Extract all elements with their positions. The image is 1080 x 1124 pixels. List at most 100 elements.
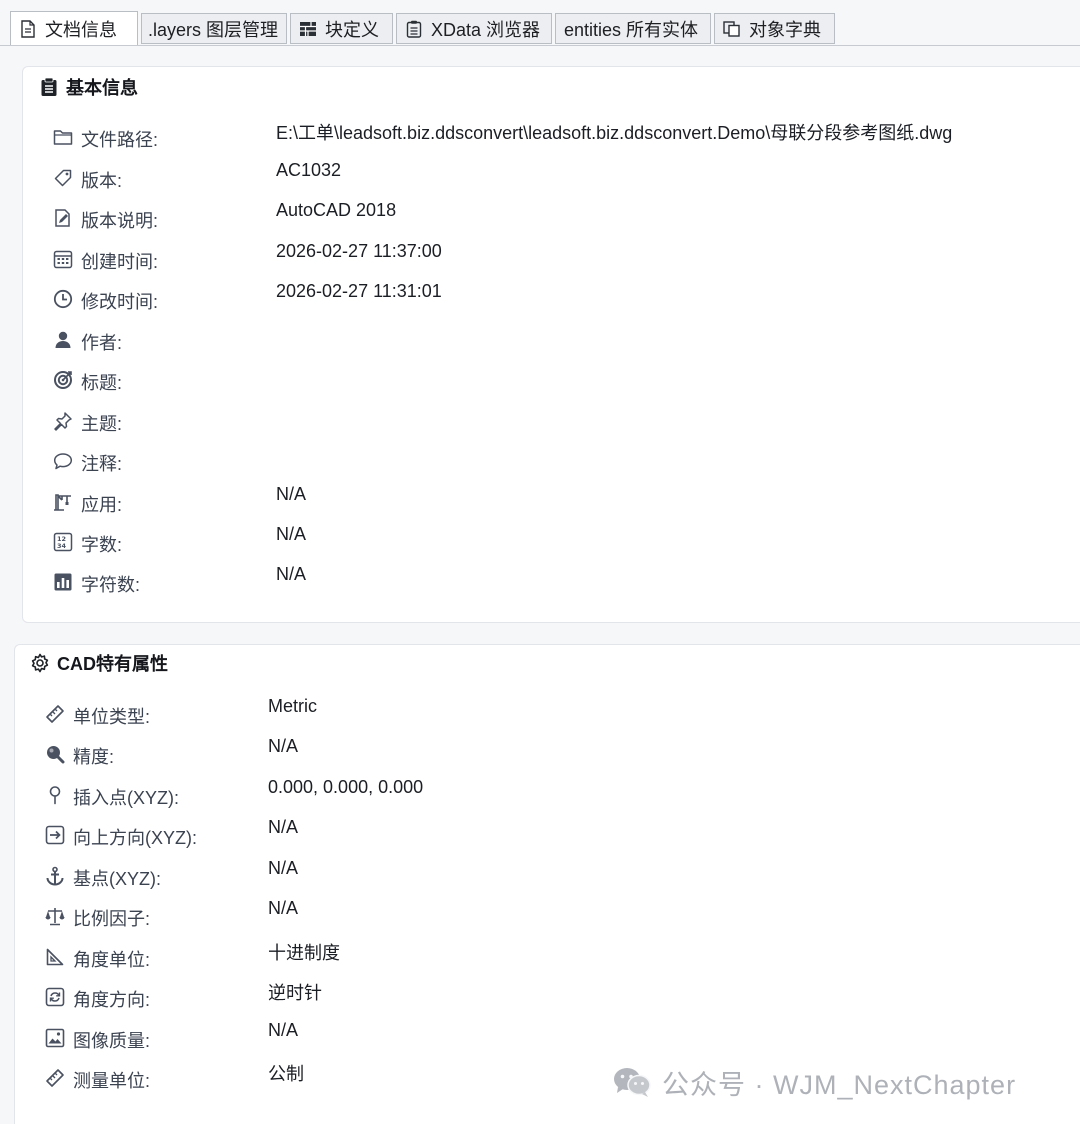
field-label: 图像质量: (73, 1031, 151, 1051)
field-label: 比例因子: (73, 909, 151, 929)
row-char-count: 字符数: N/A (52, 563, 1052, 603)
basic-info-panel: 基本信息 文件路径: E:\工单\leadsoft.biz.ddsconvert… (22, 66, 1080, 623)
basic-info-title: 基本信息 (66, 78, 138, 98)
folder-icon (52, 126, 74, 148)
base-point-value: N/A (268, 858, 299, 878)
row-up-direction: 向上方向(XYZ): N/A (44, 816, 1044, 856)
field-label: 应用: (81, 495, 123, 515)
tab-label: 块定义 (325, 19, 379, 40)
content-area: 基本信息 文件路径: E:\工单\leadsoft.biz.ddsconvert… (0, 46, 1080, 1124)
row-angle-unit: 角度单位: 十进制度 (44, 938, 1044, 978)
row-unit-type: 单位类型: Metric (44, 695, 1044, 735)
tab-label: 对象字典 (749, 19, 821, 40)
tab-label: XData 浏览器 (431, 19, 541, 40)
clipboard-icon (38, 76, 60, 98)
field-label: 精度: (73, 747, 115, 767)
field-label: 角度方向: (73, 990, 151, 1010)
image-icon (44, 1027, 66, 1049)
angle-direction-value: 逆时针 (268, 983, 322, 1003)
user-icon (52, 329, 74, 351)
field-label: 向上方向(XYZ): (73, 828, 197, 848)
row-angle-direction: 角度方向: 逆时针 (44, 978, 1044, 1018)
row-file-path: 文件路径: E:\工单\leadsoft.biz.ddsconvert\lead… (52, 118, 1052, 158)
field-label: 字符数: (81, 575, 141, 595)
unit-type-value: Metric (268, 696, 317, 716)
field-label: 基点(XYZ): (73, 869, 161, 889)
application-value: N/A (276, 484, 307, 504)
arrow-right-box-icon (44, 824, 66, 846)
row-created-time: 创建时间: 2026-02-27 11:37:00 (52, 240, 1052, 280)
copy-icon (723, 20, 741, 38)
precision-value: N/A (268, 736, 299, 756)
row-subject: 主题: (52, 402, 1052, 442)
target-icon (52, 369, 74, 391)
measurement-unit-value: 公制 (268, 1064, 304, 1084)
row-application: 应用: N/A (52, 483, 1052, 523)
field-label: 插入点(XYZ): (73, 788, 179, 808)
row-author: 作者: (52, 321, 1052, 361)
field-label: 修改时间: (81, 292, 159, 312)
field-label: 作者: (81, 333, 123, 353)
pin-icon (52, 410, 74, 432)
tab-layers[interactable]: .layers 图层管理 (141, 13, 287, 44)
set-square-icon (44, 946, 66, 968)
clock-icon (52, 288, 74, 310)
field-label: 版本: (81, 171, 123, 191)
cad-props-title: CAD特有属性 (57, 654, 168, 674)
anchor-icon (44, 865, 66, 887)
scale-icon (44, 905, 66, 927)
tab-block-definitions[interactable]: 块定义 (290, 13, 393, 44)
scale-factor-value: N/A (268, 898, 299, 918)
cad-props-panel: CAD特有属性 单位类型: Metric 精度: N/A 插入点(XYZ): 0… (14, 644, 1080, 1124)
field-label: 测量单位: (73, 1071, 151, 1091)
location-pin-icon (44, 784, 66, 806)
field-label: 字数: (81, 535, 123, 555)
up-direction-value: N/A (268, 817, 299, 837)
comment-icon (52, 450, 74, 472)
field-label: 创建时间: (81, 252, 159, 272)
field-label: 注释: (81, 454, 123, 474)
gear-icon (29, 652, 51, 674)
row-comments: 注释: (52, 442, 1052, 482)
tab-bar: 文档信息 .layers 图层管理 块定义 XData 浏览器 entities… (0, 0, 1080, 46)
ruler-icon (44, 703, 66, 725)
document-icon (19, 19, 37, 38)
row-insertion-point: 插入点(XYZ): 0.000, 0.000, 0.000 (44, 776, 1044, 816)
row-modified-time: 修改时间: 2026-02-27 11:31:01 (52, 280, 1052, 320)
watermark-text: 公众号 · WJM_NextChapter (662, 1069, 1017, 1100)
edit-document-icon (52, 207, 74, 229)
row-title: 标题: (52, 361, 1052, 401)
field-label: 角度单位: (73, 950, 151, 970)
row-version: 版本: AC1032 (52, 159, 1052, 199)
magnifier-icon (44, 743, 66, 765)
field-label: 文件路径: (81, 130, 159, 150)
number-grid-icon: 12 34 (52, 531, 74, 553)
tab-object-dictionary[interactable]: 对象字典 (714, 13, 835, 44)
version-desc-value: AutoCAD 2018 (276, 200, 397, 220)
row-precision: 精度: N/A (44, 735, 1044, 775)
field-label: 标题: (81, 373, 123, 393)
clipboard-list-icon (405, 20, 423, 38)
wechat-icon (612, 1066, 652, 1098)
tab-label: entities 所有实体 (564, 19, 699, 40)
watermark: 公众号 · WJM_NextChapter (612, 1062, 1016, 1102)
row-version-desc: 版本说明: AutoCAD 2018 (52, 199, 1052, 239)
file-path-value: E:\工单\leadsoft.biz.ddsconvert\leadsoft.b… (276, 123, 953, 143)
tab-label: 文档信息 (45, 19, 117, 40)
created-time-value: 2026-02-27 11:37:00 (276, 241, 442, 261)
tab-xdata-browser[interactable]: XData 浏览器 (396, 13, 552, 44)
row-scale-factor: 比例因子: N/A (44, 897, 1044, 937)
insertion-point-value: 0.000, 0.000, 0.000 (268, 777, 424, 797)
field-label: 主题: (81, 414, 123, 434)
field-label: 版本说明: (81, 211, 159, 231)
basic-info-header: 基本信息 (38, 74, 138, 100)
tab-document-info[interactable]: 文档信息 (10, 11, 138, 46)
calendar-icon (52, 248, 74, 270)
row-word-count: 12 34 字数: N/A (52, 523, 1052, 563)
rotate-box-icon (44, 986, 66, 1008)
image-quality-value: N/A (268, 1020, 299, 1040)
row-image-quality: 图像质量: N/A (44, 1019, 1044, 1059)
cad-props-header: CAD特有属性 (29, 650, 168, 676)
char-count-value: N/A (276, 564, 307, 584)
tab-entities[interactable]: entities 所有实体 (555, 13, 711, 44)
